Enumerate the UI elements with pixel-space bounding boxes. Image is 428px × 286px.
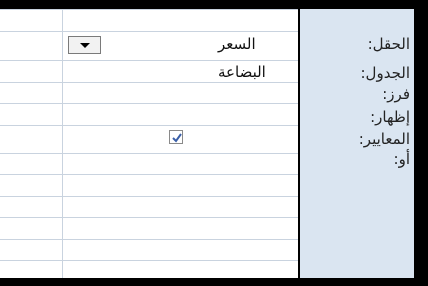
field-cell[interactable]: السعر <box>218 35 256 53</box>
grid-column-divider <box>62 9 63 278</box>
criteria-label: المعايير: <box>358 130 410 148</box>
grid-row-divider <box>0 196 300 197</box>
row-labels-panel: الحقل: الجدول: فرز: إظهار: المعايير: أو: <box>298 9 416 278</box>
grid-row-divider <box>0 217 300 218</box>
grid-row-divider <box>0 103 300 104</box>
grid-row-divider <box>0 60 300 61</box>
table-cell[interactable]: البضاعة <box>218 63 266 81</box>
sort-label: فرز: <box>382 85 410 103</box>
or-label: أو: <box>393 150 410 168</box>
grid-row-divider <box>0 239 300 240</box>
query-design-grid-frame: السعر البضاعة الحقل: الجدول: فرز: إظهار:… <box>0 0 428 286</box>
show-checkbox[interactable] <box>169 130 183 144</box>
table-label: الجدول: <box>360 64 411 82</box>
chevron-down-icon <box>80 43 90 48</box>
grid-row-divider <box>0 125 300 126</box>
bottom-border <box>0 278 428 286</box>
grid-row-divider <box>0 260 300 261</box>
grid-row-divider <box>0 153 300 154</box>
grid-row-divider <box>0 174 300 175</box>
grid-row-divider <box>0 82 300 83</box>
field-dropdown-button[interactable] <box>68 36 101 54</box>
field-label: الحقل: <box>367 35 410 53</box>
checkmark-icon <box>172 133 182 143</box>
right-border <box>414 0 428 286</box>
top-border <box>0 0 428 9</box>
show-label: إظهار: <box>370 108 410 126</box>
grid-row-divider <box>0 31 300 32</box>
